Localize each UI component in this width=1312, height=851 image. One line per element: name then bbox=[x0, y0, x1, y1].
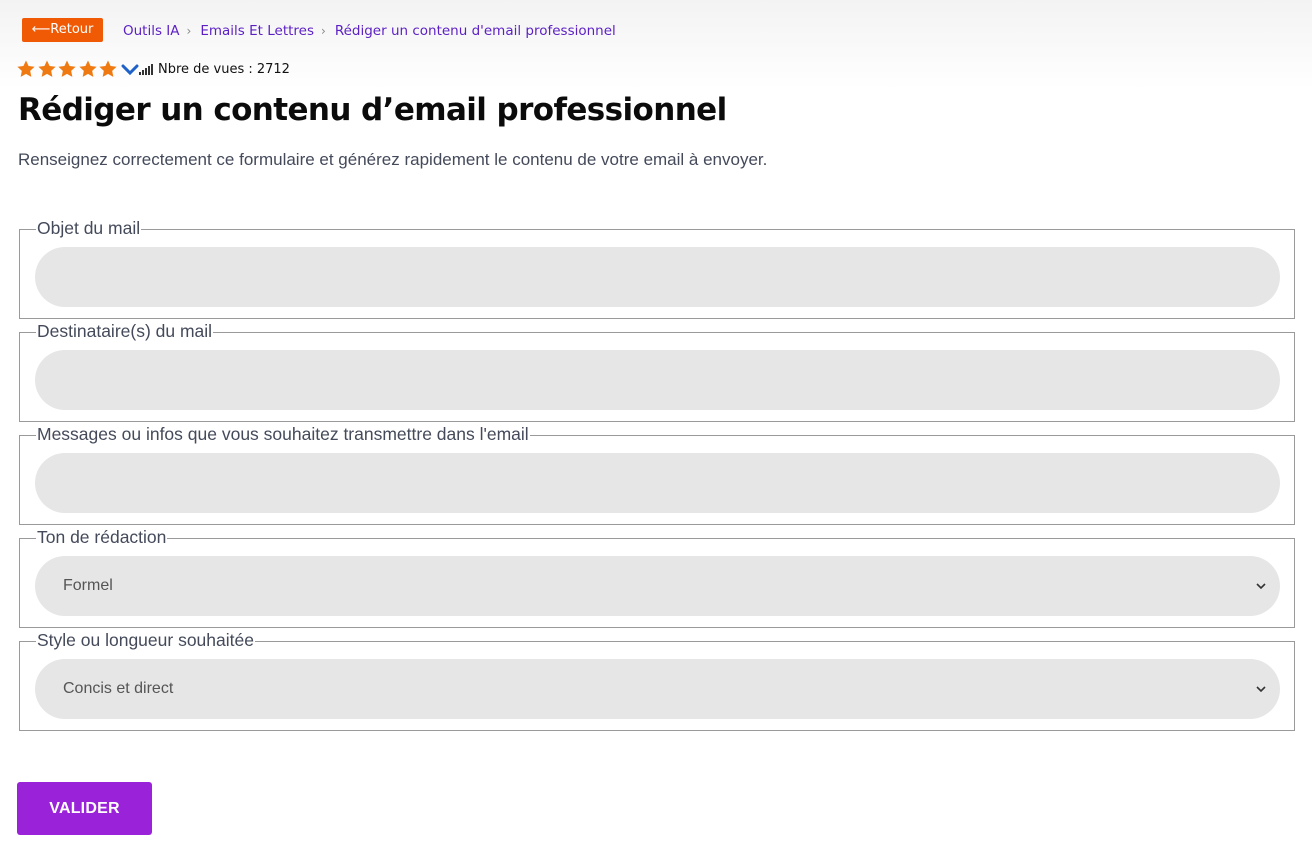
chevron-down-icon bbox=[1254, 579, 1268, 593]
back-button[interactable]: ⟵Retour bbox=[22, 18, 103, 42]
style-select[interactable]: Concis et direct bbox=[35, 659, 1280, 719]
fieldset-style: Style ou longueur souhaitée Concis et di… bbox=[19, 630, 1295, 731]
page-intro: Renseignez correctement ce formulaire et… bbox=[18, 150, 768, 169]
fieldset-messages: Messages ou infos que vous souhaitez tra… bbox=[19, 424, 1295, 525]
breadcrumb-separator-icon: › bbox=[186, 24, 192, 38]
star-icon[interactable] bbox=[98, 59, 118, 79]
fieldset-objet: Objet du mail bbox=[19, 218, 1295, 319]
star-icon[interactable] bbox=[37, 59, 57, 79]
field-label-style: Style ou longueur souhaitée bbox=[36, 630, 255, 651]
star-icon[interactable] bbox=[78, 59, 98, 79]
ton-select[interactable]: Formel bbox=[35, 556, 1280, 616]
fieldset-ton: Ton de rédaction Formel bbox=[19, 527, 1295, 628]
field-label-messages: Messages ou infos que vous souhaitez tra… bbox=[36, 424, 530, 445]
rating-row: Nbre de vues : 2712 bbox=[16, 58, 290, 80]
destinataires-input[interactable] bbox=[35, 350, 1280, 410]
chevron-down-icon[interactable] bbox=[121, 62, 139, 76]
style-selected-value: Concis et direct bbox=[63, 680, 174, 697]
chevron-down-icon bbox=[1254, 682, 1268, 696]
field-label-ton: Ton de rédaction bbox=[36, 527, 168, 548]
views-count: Nbre de vues : 2712 bbox=[157, 61, 290, 77]
validate-button[interactable]: VALIDER bbox=[17, 782, 152, 835]
field-label-destinataires: Destinataire(s) du mail bbox=[36, 321, 214, 342]
objet-input[interactable] bbox=[35, 247, 1280, 307]
star-icon[interactable] bbox=[57, 59, 77, 79]
breadcrumb: Outils IA › Emails Et Lettres › Rédiger … bbox=[123, 21, 616, 41]
page-title: Rédiger un contenu d’email professionnel bbox=[18, 92, 727, 128]
breadcrumb-link-outils-ia[interactable]: Outils IA bbox=[123, 23, 180, 39]
messages-input[interactable] bbox=[35, 453, 1280, 513]
breadcrumb-current-page[interactable]: Rédiger un contenu d'email professionnel bbox=[335, 23, 616, 39]
fieldset-destinataires: Destinataire(s) du mail bbox=[19, 321, 1295, 422]
field-label-objet: Objet du mail bbox=[36, 218, 142, 239]
signal-bars-icon bbox=[138, 63, 153, 75]
breadcrumb-link-emails-lettres[interactable]: Emails Et Lettres bbox=[200, 23, 314, 39]
star-icon[interactable] bbox=[16, 59, 36, 79]
ton-selected-value: Formel bbox=[63, 577, 113, 594]
breadcrumb-separator-icon: › bbox=[321, 24, 326, 38]
